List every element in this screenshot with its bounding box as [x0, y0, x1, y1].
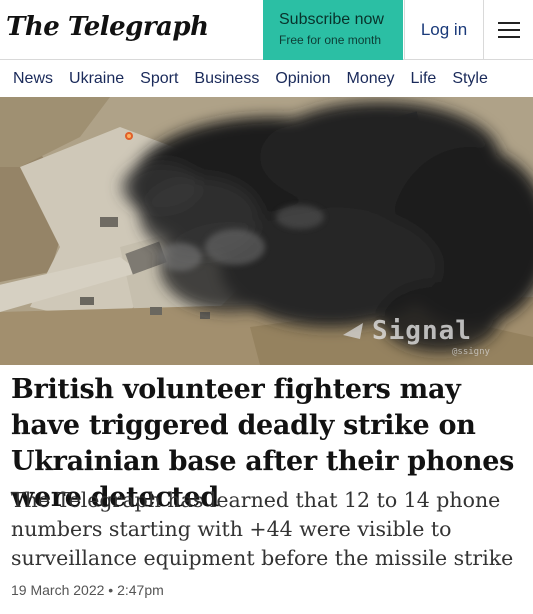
nav-item-news[interactable]: News — [13, 70, 53, 88]
login-button[interactable]: Log in — [404, 0, 484, 60]
hero-image[interactable]: Signal @ssigny — [0, 97, 533, 365]
nav-item-money[interactable]: Money — [346, 70, 394, 88]
site-header: The Telegraph Subscribe now Free for one… — [0, 0, 533, 60]
site-logo[interactable]: The Telegraph — [6, 12, 209, 42]
hamburger-menu-icon — [498, 22, 520, 38]
nav-item-ukraine[interactable]: Ukraine — [69, 70, 124, 88]
subscribe-button[interactable]: Subscribe now Free for one month — [263, 0, 403, 60]
subscribe-label: Subscribe now — [279, 11, 384, 28]
nav-item-business[interactable]: Business — [194, 70, 259, 88]
nav-item-opinion[interactable]: Opinion — [275, 70, 330, 88]
subscribe-sublabel: Free for one month — [279, 33, 382, 47]
article-date: 19 March 2022 • 2:47pm — [11, 582, 164, 598]
watermark-text: Signal — [372, 316, 472, 346]
login-label: Log in — [420, 20, 468, 39]
nav-item-sport[interactable]: Sport — [140, 70, 178, 88]
section-nav: News Ukraine Sport Business Opinion Mone… — [0, 61, 533, 97]
nav-item-life[interactable]: Life — [411, 70, 437, 88]
nav-item-style[interactable]: Style — [452, 70, 488, 88]
watermark-handle: @ssigny — [452, 347, 490, 357]
article-standfirst: The Telegraph has learned that 12 to 14 … — [11, 488, 514, 570]
menu-button[interactable] — [485, 0, 533, 60]
